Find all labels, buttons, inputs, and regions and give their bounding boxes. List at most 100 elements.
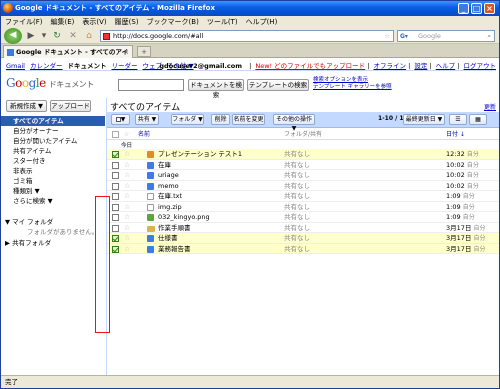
table-row[interactable]: ☆ memo 共有なし 10:02 自分 — [107, 181, 499, 191]
folder-button[interactable]: フォルダ ▼ — [171, 114, 204, 125]
sidebar-item-hidden[interactable]: 非表示 — [1, 166, 105, 176]
my-folders-header[interactable]: ▼ マイ フォルダ — [5, 216, 53, 226]
url-bar[interactable]: http://docs.google.com/#all ☆ — [100, 30, 394, 42]
forward-icon[interactable]: ▶ — [26, 29, 36, 43]
google-search-engine-icon[interactable]: G▾ — [400, 32, 416, 41]
bookmark-star-icon[interactable]: ☆ — [384, 31, 390, 42]
star-icon[interactable]: ☆ — [124, 202, 130, 212]
table-row[interactable]: ☆ 作業手順書 共有なし 3月17日 自分 — [107, 223, 499, 233]
table-row[interactable]: ☆ 業務報告書 共有なし 3月17日 自分 — [107, 243, 499, 254]
logout-link[interactable]: ログアウト — [464, 62, 497, 70]
menu-history[interactable]: 履歴(S) — [111, 18, 143, 26]
tab-google-docs[interactable]: Google ドキュメント - すべてのアイテム × — [3, 45, 133, 68]
menu-help[interactable]: ヘルプ(H) — [242, 18, 282, 26]
name-column-header[interactable]: 名前 — [138, 129, 150, 140]
more-actions-button[interactable]: その他の操作 ▼ — [273, 114, 315, 132]
close-button[interactable]: × — [484, 3, 495, 14]
star-icon[interactable]: ☆ — [124, 212, 130, 222]
star-icon[interactable]: ☆ — [124, 181, 130, 191]
table-row[interactable]: ☆ 在庫 共有なし 10:02 自分 — [107, 160, 499, 170]
table-row[interactable]: ☆ 仕様書 共有なし 3月17日 自分 — [107, 233, 499, 244]
gbar-calendar[interactable]: カレンダー — [30, 62, 63, 70]
document-name[interactable]: 032_kingyo.png — [158, 212, 210, 222]
sidebar-item-owned[interactable]: 自分がオーナー — [1, 126, 105, 136]
upload-button[interactable]: アップロード — [50, 100, 91, 112]
star-icon[interactable]: ☆ — [124, 233, 130, 243]
browser-search-input[interactable]: G▾ Google ⌕ — [397, 30, 495, 42]
search-icon[interactable]: ⌕ — [487, 31, 491, 42]
document-name[interactable]: 作業手順書 — [158, 223, 191, 233]
search-docs-button[interactable]: ドキュメントを検索 — [188, 79, 244, 99]
search-templates-button[interactable]: テンプレートの検索 — [247, 79, 309, 91]
document-name[interactable]: 在庫.txt — [158, 191, 182, 201]
row-checkbox[interactable] — [112, 161, 119, 169]
star-icon[interactable]: ☆ — [124, 223, 130, 233]
row-checkbox[interactable] — [112, 172, 119, 179]
row-checkbox[interactable] — [112, 193, 119, 200]
select-all-checkbox[interactable] — [112, 131, 119, 138]
home-icon[interactable]: ⌂ — [83, 29, 95, 43]
document-name[interactable]: 在庫 — [158, 160, 171, 170]
gbar-reader[interactable]: リーダー — [111, 62, 137, 70]
back-icon[interactable]: ◀ — [4, 28, 22, 44]
document-name[interactable]: 業務報告書 — [158, 244, 191, 254]
row-checkbox[interactable] — [112, 235, 119, 242]
maximize-button[interactable]: □ — [471, 3, 482, 14]
sidebar-item-opened[interactable]: 自分が開いたアイテム — [1, 136, 105, 146]
share-button[interactable]: 共有 ▼ — [135, 114, 159, 125]
sidebar-item-shared[interactable]: 共有アイテム — [1, 146, 105, 156]
document-name[interactable]: uriage — [158, 170, 179, 180]
refresh-link[interactable]: 更新 — [484, 102, 496, 111]
menu-view[interactable]: 表示(V) — [78, 18, 110, 26]
row-checkbox[interactable] — [112, 182, 119, 190]
shared-folders-header[interactable]: ▶ 共有フォルダ — [5, 237, 51, 247]
gbar-gmail[interactable]: Gmail — [6, 62, 25, 70]
menu-tools[interactable]: ツール(T) — [203, 18, 242, 26]
grid-view-icon[interactable]: ▦ — [469, 114, 487, 125]
star-icon[interactable]: ☆ — [124, 170, 130, 180]
row-checkbox[interactable] — [112, 245, 119, 253]
menu-edit[interactable]: 編集(E) — [47, 18, 79, 26]
dropdown-icon[interactable]: ▾ — [39, 29, 49, 43]
menu-file[interactable]: ファイル(F) — [1, 18, 47, 26]
star-icon[interactable]: ☆ — [124, 160, 130, 170]
close-tab-icon[interactable]: × — [124, 46, 129, 58]
star-icon[interactable]: ☆ — [124, 149, 130, 159]
new-upload-link[interactable]: New! どのファイルでもアップロード — [255, 62, 365, 70]
menu-bookmarks[interactable]: ブックマーク(B) — [143, 18, 203, 26]
stop-icon[interactable]: ✕ — [67, 29, 79, 43]
docs-search-input[interactable] — [118, 79, 184, 91]
document-name[interactable]: img.zip — [158, 202, 182, 212]
template-gallery-link[interactable]: テンプレート ギャラリーを参照 — [313, 84, 392, 91]
rename-button[interactable]: 名前を変更 — [232, 114, 265, 125]
new-tab-button[interactable]: + — [137, 46, 151, 57]
sidebar-item-all[interactable]: すべてのアイテム — [1, 116, 105, 126]
date-column-header[interactable]: 日付 ↓ — [446, 129, 465, 140]
sidebar-item-more-search[interactable]: さらに検索 ▼ — [1, 196, 105, 206]
table-row[interactable]: ☆ img.zip 共有なし 1:09 自分 — [107, 202, 499, 212]
show-search-options-link[interactable]: 検索オプションを表示 — [313, 77, 392, 84]
row-checkbox[interactable] — [112, 224, 119, 232]
table-row[interactable]: ☆ 在庫.txt 共有なし 1:09 自分 — [107, 191, 499, 202]
minimize-button[interactable]: _ — [458, 3, 469, 14]
table-row[interactable]: ☆ プレゼンテーション テスト1 共有なし 12:32 自分 — [107, 149, 499, 160]
sort-button[interactable]: 最終更新日 ▼ — [403, 114, 445, 125]
select-menu-button[interactable]: ▼ — [111, 114, 130, 125]
google-docs-logo[interactable]: Google ドキュメント — [6, 76, 94, 90]
sidebar-item-trash[interactable]: ゴミ箱 — [1, 176, 105, 186]
star-icon[interactable]: ☆ — [124, 244, 130, 254]
sidebar-item-starred[interactable]: スター付き — [1, 156, 105, 166]
settings-link[interactable]: 設定 — [414, 62, 427, 70]
table-row[interactable]: ☆ 032_kingyo.png 共有なし 1:09 自分 — [107, 212, 499, 223]
help-link[interactable]: ヘルプ — [436, 62, 456, 70]
row-checkbox[interactable] — [112, 214, 119, 221]
table-row[interactable]: ☆ uriage 共有なし 10:02 自分 — [107, 170, 499, 181]
reload-icon[interactable]: ↻ — [51, 29, 63, 43]
star-icon[interactable]: ☆ — [124, 191, 130, 201]
offline-link[interactable]: オフライン — [374, 62, 407, 70]
delete-button[interactable]: 削除 — [211, 114, 230, 125]
new-button[interactable]: 新規作成 ▼ — [6, 100, 47, 112]
list-view-icon[interactable]: ☰ — [449, 114, 467, 125]
row-checkbox[interactable] — [112, 203, 119, 211]
row-checkbox[interactable] — [112, 151, 119, 158]
